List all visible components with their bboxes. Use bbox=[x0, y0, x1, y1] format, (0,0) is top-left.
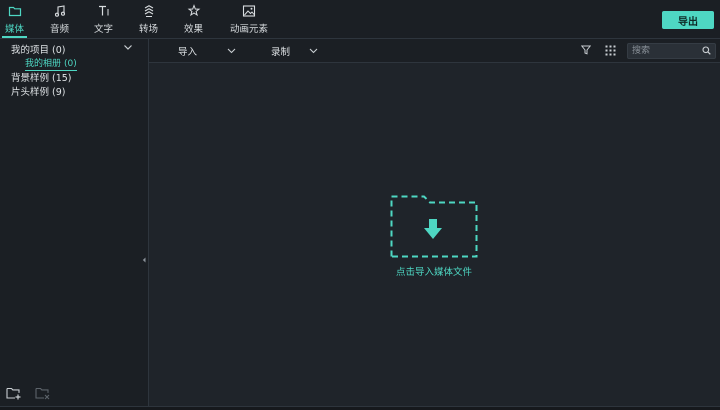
delete-folder-icon[interactable] bbox=[35, 386, 51, 400]
my-album-count: (0) bbox=[64, 59, 77, 69]
grid-view-icon[interactable] bbox=[605, 45, 616, 56]
intro-samples-count: (9) bbox=[52, 87, 66, 98]
search-input[interactable] bbox=[632, 44, 698, 58]
media-library-area: 点击导入媒体文件 bbox=[149, 63, 720, 408]
my-project-count: (0) bbox=[52, 45, 66, 56]
tab-animated-elements-label: 动画元素 bbox=[230, 24, 269, 35]
import-label: 导入 bbox=[178, 47, 198, 58]
my-album-label: 我的相册 bbox=[25, 59, 62, 69]
my-project-label: 我的项目 bbox=[11, 45, 50, 56]
background-samples-count: (15) bbox=[52, 73, 72, 84]
tab-text-label: 文字 bbox=[94, 24, 114, 35]
effects-icon bbox=[187, 4, 200, 17]
sidebar-item-my-project[interactable]: 我的项目 (0) bbox=[11, 42, 65, 56]
sidebar-item-background-samples[interactable]: 背景样例 (15) bbox=[11, 70, 72, 84]
sidebar-item-my-album[interactable]: 我的相册 (0) bbox=[25, 56, 77, 71]
image-icon bbox=[242, 5, 256, 17]
tab-media-label: 媒体 bbox=[5, 24, 25, 35]
import-media-hint[interactable]: 点击导入媒体文件 bbox=[372, 264, 496, 278]
export-button[interactable]: 导出 bbox=[662, 11, 714, 29]
media-subtoolbar: 导入 录制 bbox=[149, 39, 720, 63]
text-icon bbox=[98, 5, 108, 16]
tab-effects-label: 效果 bbox=[184, 24, 204, 35]
tab-transitions[interactable]: 转场 bbox=[139, 4, 158, 38]
search-box[interactable] bbox=[627, 43, 716, 59]
chevron-down-icon bbox=[227, 48, 236, 54]
tab-audio[interactable]: 音频 bbox=[50, 4, 69, 38]
music-note-icon bbox=[54, 5, 65, 17]
app-window: 媒体 音频 文字 转场 效果 动画元素 导出 我的项目 (0) 我的相册 (0)… bbox=[0, 0, 720, 410]
import-dropdown[interactable]: 导入 bbox=[178, 44, 236, 58]
sidebar-item-intro-samples[interactable]: 片头样例 (9) bbox=[11, 84, 65, 98]
download-arrow-icon bbox=[424, 219, 442, 239]
new-folder-icon[interactable] bbox=[6, 386, 22, 400]
import-media-drop-zone[interactable] bbox=[390, 194, 478, 258]
chevron-down-icon bbox=[309, 48, 318, 54]
bottom-border bbox=[0, 406, 720, 410]
collapse-panel-handle[interactable] bbox=[142, 257, 146, 263]
media-sidebar: 我的项目 (0) 我的相册 (0) 背景样例 (15) 片头样例 (9) bbox=[0, 39, 149, 408]
tab-animated-elements[interactable]: 动画元素 bbox=[230, 4, 268, 38]
top-toolbar: 媒体 音频 文字 转场 效果 动画元素 导出 bbox=[0, 0, 720, 39]
search-icon[interactable] bbox=[702, 46, 711, 55]
tab-media[interactable]: 媒体 bbox=[1, 4, 28, 38]
filter-icon[interactable] bbox=[581, 45, 591, 55]
folder-icon bbox=[8, 6, 21, 17]
background-samples-label: 背景样例 bbox=[11, 73, 50, 84]
tab-audio-label: 音频 bbox=[50, 24, 70, 35]
transition-icon bbox=[144, 5, 153, 18]
record-label: 录制 bbox=[271, 47, 291, 58]
tab-text[interactable]: 文字 bbox=[94, 4, 113, 38]
intro-samples-label: 片头样例 bbox=[11, 87, 50, 98]
chevron-down-icon[interactable] bbox=[123, 44, 133, 51]
record-dropdown[interactable]: 录制 bbox=[271, 44, 318, 58]
tab-effects[interactable]: 效果 bbox=[184, 4, 203, 38]
tab-transitions-label: 转场 bbox=[139, 24, 159, 35]
